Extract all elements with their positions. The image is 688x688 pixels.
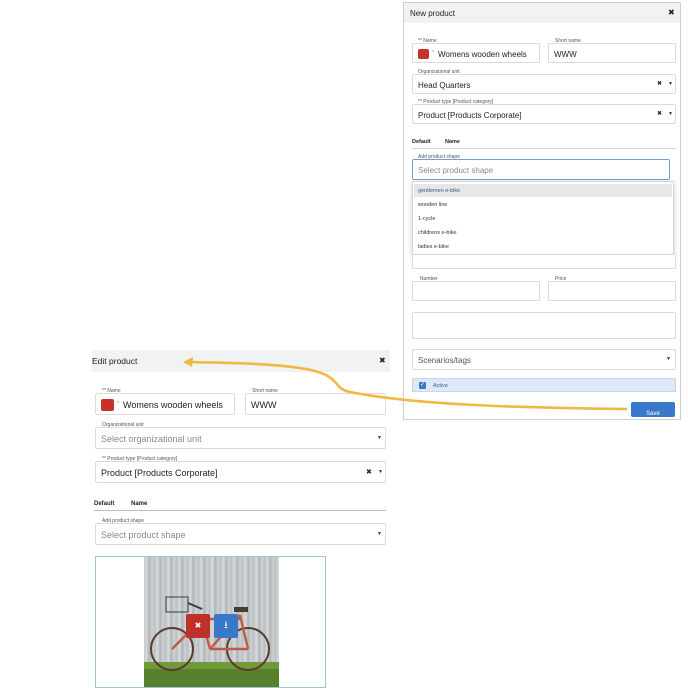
edit-product-title: Edit product: [92, 356, 138, 366]
color-swatch[interactable]: [418, 49, 429, 59]
close-icon[interactable]: ✖: [668, 9, 675, 17]
short-name-field[interactable]: WWW: [548, 43, 676, 63]
column-name: Name: [131, 501, 148, 507]
chevron-down-icon[interactable]: ▼: [377, 436, 382, 441]
product-type-value: Product [Products Corporate]: [418, 111, 522, 120]
shape-option-label: gentlemen e-bike: [418, 188, 461, 194]
new-product-title: New product: [410, 9, 455, 18]
description-textarea[interactable]: [412, 312, 676, 339]
product-type-value: Product [Products Corporate]: [101, 468, 218, 478]
list-item[interactable]: wooden line: [414, 198, 672, 211]
org-unit-value: Head Quarters: [418, 81, 471, 90]
clear-icon[interactable]: ✖: [366, 469, 372, 476]
shape-placeholder: Select product shape: [101, 530, 186, 540]
org-unit-placeholder: Select organizational unit: [101, 434, 202, 444]
column-default: Default: [412, 139, 431, 145]
product-image-card: ✖ ⭳: [95, 556, 326, 688]
product-type-select[interactable]: Product [Products Corporate] ✖ ▼: [412, 104, 676, 124]
hidden-field[interactable]: [412, 255, 676, 269]
active-checkbox[interactable]: ✓: [419, 382, 426, 389]
delete-image-button[interactable]: ✖: [186, 614, 210, 638]
number-field[interactable]: [412, 281, 540, 301]
shape-option-label: ladies e-bike: [418, 244, 449, 250]
short-name-field[interactable]: WWW: [245, 393, 386, 415]
divider: [412, 148, 676, 149]
bicycle-illustration: [144, 596, 279, 687]
new-product-header: New product ✖: [404, 3, 680, 23]
shape-dropdown-list: gentlemen e-bike wooden line 1-cycle chi…: [412, 181, 674, 255]
shape-option-label: wooden line: [418, 202, 448, 208]
divider: [94, 510, 386, 511]
column-default: Default: [94, 501, 115, 507]
scenarios-select[interactable]: Scenarios/tags ▼: [412, 349, 676, 370]
edit-product-dialog: Edit product ✖ ** Name * Womens wooden w…: [92, 350, 390, 688]
clear-icon[interactable]: ✖: [657, 81, 662, 87]
chevron-down-icon[interactable]: ▼: [668, 112, 673, 117]
new-product-dialog: New product ✖ ** Name * Womens wooden wh…: [403, 2, 681, 420]
close-icon: ✖: [194, 621, 202, 630]
list-item[interactable]: ladies e-bike: [414, 240, 672, 253]
shape-search-placeholder: Select product shape: [418, 166, 494, 175]
save-button-label: Save: [646, 411, 660, 417]
required-icon: *: [117, 401, 119, 407]
org-unit-select[interactable]: Select organizational unit ▼: [95, 427, 386, 449]
chevron-down-icon[interactable]: ▼: [377, 532, 382, 537]
name-value: Womens wooden wheels: [438, 50, 527, 59]
shape-search-input[interactable]: Select product shape: [412, 159, 670, 180]
color-swatch[interactable]: [101, 399, 114, 411]
name-value: Womens wooden wheels: [123, 400, 223, 410]
org-unit-select[interactable]: Head Quarters ✖ ▼: [412, 74, 676, 94]
download-image-button[interactable]: ⭳: [214, 614, 238, 638]
short-name-value: WWW: [554, 50, 577, 59]
name-field[interactable]: * Womens wooden wheels: [412, 43, 540, 63]
price-field[interactable]: [548, 281, 676, 301]
shape-option-label: 1-cycle: [418, 216, 436, 222]
short-name-value: WWW: [251, 400, 277, 410]
list-item[interactable]: gentlemen e-bike: [414, 184, 672, 197]
list-item[interactable]: childrens e-bike: [414, 226, 672, 239]
chevron-down-icon[interactable]: ▼: [668, 82, 673, 87]
list-item[interactable]: 1-cycle: [414, 212, 672, 225]
product-image: [144, 557, 279, 687]
chevron-down-icon[interactable]: ▼: [378, 470, 383, 475]
close-icon[interactable]: ✖: [379, 357, 386, 365]
edit-product-header: Edit product ✖: [92, 350, 390, 372]
check-icon: ✓: [420, 382, 426, 388]
shape-select[interactable]: Select product shape ▼: [95, 523, 386, 545]
product-type-select[interactable]: Product [Products Corporate] ✖ ▼: [95, 461, 386, 483]
shape-option-label: childrens e-bike: [418, 230, 457, 236]
scenarios-placeholder: Scenarios/tags: [418, 356, 471, 365]
name-field[interactable]: * Womens wooden wheels: [95, 393, 235, 415]
required-icon: *: [432, 50, 434, 56]
chevron-down-icon[interactable]: ▼: [666, 357, 671, 362]
active-row: ✓ Active: [412, 378, 676, 392]
download-icon: ⭳: [224, 620, 228, 631]
active-label: Active: [433, 383, 448, 389]
column-name: Name: [445, 139, 460, 145]
clear-icon[interactable]: ✖: [657, 111, 662, 117]
save-button[interactable]: Save: [631, 402, 675, 417]
